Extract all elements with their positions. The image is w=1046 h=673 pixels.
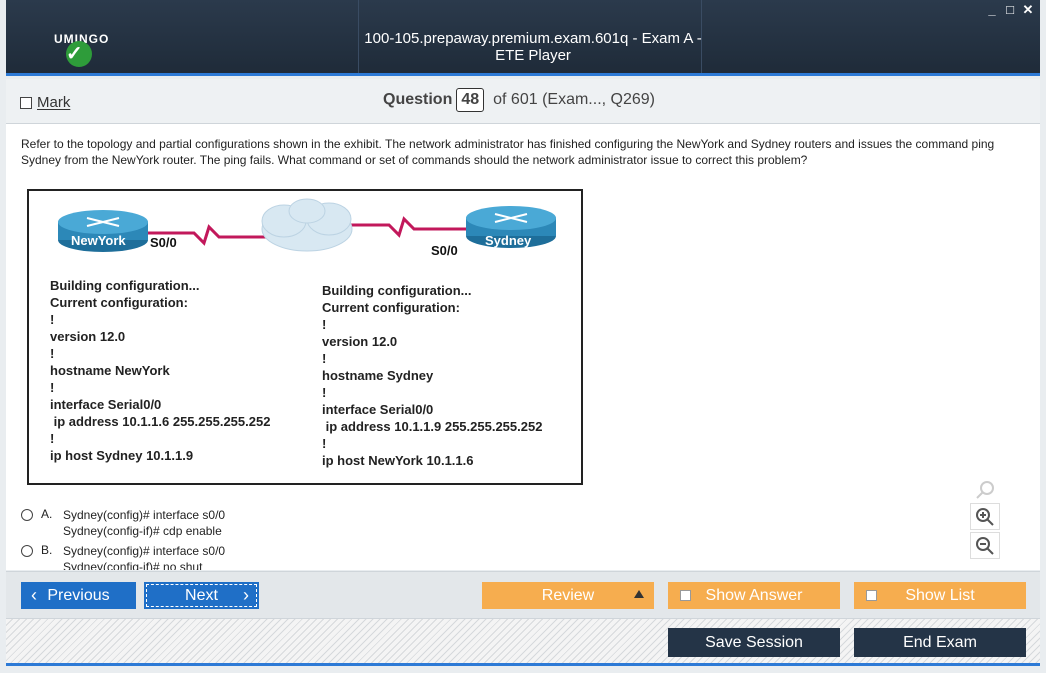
mark-checkbox[interactable]: Mark bbox=[20, 94, 70, 111]
question-header: Mark Question 48 of 601 (Exam..., Q269) bbox=[6, 79, 1040, 124]
chevron-right-icon: › bbox=[243, 585, 249, 605]
question-content: Refer to the topology and partial config… bbox=[6, 124, 1040, 570]
checkbox-icon[interactable] bbox=[20, 96, 32, 109]
next-label: Next bbox=[185, 586, 218, 604]
minimize-icon[interactable]: _ bbox=[986, 3, 998, 16]
previous-button[interactable]: ‹ Previous bbox=[21, 582, 136, 609]
option-text: Sydney(config)# interface s0/0 bbox=[63, 508, 226, 522]
close-icon[interactable]: ✕ bbox=[1022, 3, 1034, 16]
window-controls: _ □ ✕ bbox=[986, 3, 1034, 16]
mark-label[interactable]: Mark bbox=[37, 94, 70, 111]
title-bar: ✓ UMINGO 100-105.prepaway.premium.exam.6… bbox=[6, 0, 1040, 76]
radio-button[interactable] bbox=[21, 509, 33, 521]
review-button[interactable]: Review bbox=[482, 582, 654, 609]
option-letter: B. bbox=[41, 543, 53, 557]
option-letter: A. bbox=[41, 507, 53, 521]
maximize-icon[interactable]: □ bbox=[1004, 3, 1016, 16]
checkbox-icon[interactable] bbox=[866, 590, 877, 601]
topology-diagram bbox=[58, 198, 556, 252]
answer-options: A. Sydney(config)# interface s0/0 Sydney… bbox=[21, 507, 225, 570]
review-label: Review bbox=[541, 586, 595, 604]
newyork-router-label: NewYork bbox=[71, 233, 126, 248]
navigation-bar: ‹ Previous Next › Review Show Answer Sho… bbox=[6, 571, 1040, 618]
exhibit-image: NewYork Sydney S0/0 S0/0 Building config… bbox=[27, 189, 583, 485]
show-list-button[interactable]: Show List bbox=[854, 582, 1026, 609]
bottom-bar: Save Session End Exam bbox=[6, 618, 1040, 666]
sydney-config: Building configuration... Current config… bbox=[322, 283, 543, 468]
checkbox-icon[interactable] bbox=[680, 590, 691, 601]
window-title: 100-105.prepaway.premium.exam.601q - Exa… bbox=[364, 30, 702, 64]
question-number-input[interactable]: 48 bbox=[456, 88, 485, 112]
radio-button[interactable] bbox=[21, 545, 33, 557]
next-button[interactable]: Next › bbox=[144, 582, 259, 609]
newyork-interface-label: S0/0 bbox=[150, 235, 177, 250]
question-total: of 601 (Exam..., Q269) bbox=[493, 91, 655, 108]
zoom-in-icon[interactable] bbox=[970, 503, 1000, 530]
option-b[interactable]: B. Sydney(config)# interface s0/0 Sydney… bbox=[21, 543, 225, 570]
sydney-interface-label: S0/0 bbox=[431, 243, 458, 258]
zoom-out-icon[interactable] bbox=[970, 532, 1000, 559]
triangle-up-icon bbox=[634, 590, 644, 598]
app-window: ✓ UMINGO 100-105.prepaway.premium.exam.6… bbox=[0, 0, 1046, 673]
previous-label: Previous bbox=[47, 586, 110, 604]
question-counter: Question 48 of 601 (Exam..., Q269) bbox=[383, 88, 655, 112]
chevron-left-icon: ‹ bbox=[31, 585, 37, 605]
zoom-reset-icon[interactable] bbox=[970, 476, 1000, 503]
show-list-label: Show List bbox=[905, 586, 975, 604]
show-answer-label: Show Answer bbox=[705, 586, 803, 604]
show-answer-button[interactable]: Show Answer bbox=[668, 582, 840, 609]
end-exam-button[interactable]: End Exam bbox=[854, 628, 1026, 657]
option-a[interactable]: A. Sydney(config)# interface s0/0 Sydney… bbox=[21, 507, 225, 539]
question-text: Refer to the topology and partial config… bbox=[21, 137, 995, 167]
save-session-button[interactable]: Save Session bbox=[668, 628, 840, 657]
newyork-config: Building configuration... Current config… bbox=[50, 278, 271, 463]
option-text: Sydney(config-if)# cdp enable bbox=[63, 524, 222, 538]
sydney-router-label: Sydney bbox=[485, 233, 532, 248]
checkmark-logo-icon: ✓ bbox=[66, 41, 92, 67]
option-text: Sydney(config-if)# no shut bbox=[63, 560, 203, 570]
option-text: Sydney(config)# interface s0/0 bbox=[63, 544, 226, 558]
question-label: Question bbox=[383, 91, 453, 108]
app-logo: ✓ UMINGO bbox=[52, 26, 109, 67]
